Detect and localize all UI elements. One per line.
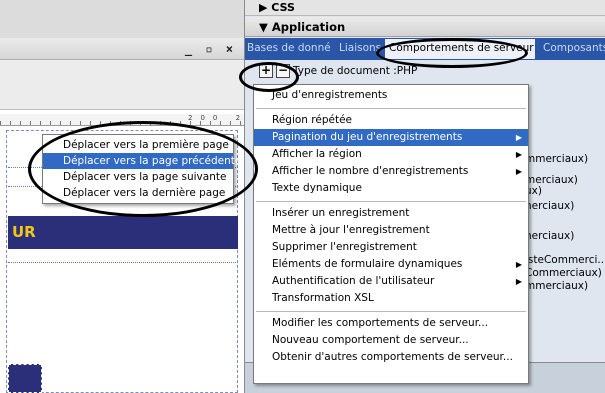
submenu-arrow-icon: ▶ <box>515 150 522 159</box>
page-banner: UR <box>8 216 238 249</box>
css-panel-header[interactable]: ▶ CSS <box>245 0 605 16</box>
tab-bindings[interactable]: Liaisons <box>339 42 381 54</box>
panel-toolbar: + − Type de document :PHP <box>245 60 605 84</box>
panel-tabs: Bases de donné Liaisons Comportements de… <box>245 38 605 60</box>
add-behavior-button[interactable]: + <box>259 64 273 78</box>
tab-databases[interactable]: Bases de donné <box>247 42 331 54</box>
menu-item-new-server-behavior[interactable]: Nouveau comportement de serveur... <box>254 332 528 349</box>
menu-item-get-more-server-behaviors[interactable]: Obtenir d'autres comportements de serveu… <box>254 349 528 366</box>
menu-item-label: Pagination du jeu d'enregistrements <box>272 131 463 143</box>
remove-behavior-button[interactable]: − <box>276 64 290 78</box>
list-item[interactable]: mmerciaux) <box>525 279 605 294</box>
menu-item-label: Afficher la région <box>272 148 362 160</box>
menu-item-user-authentication[interactable]: Authentification de l'utilisateur ▶ <box>254 273 528 290</box>
menu-item-xsl-transformation[interactable]: Transformation XSL <box>254 290 528 307</box>
server-behaviors-menu: Jeu d'enregistrements Région répétée Pag… <box>253 84 529 384</box>
document-titlebar: _ ▫ × <box>0 38 244 60</box>
menu-item-recordset-paging[interactable]: Pagination du jeu d'enregistrements ▶ <box>254 129 528 146</box>
menu-item-label: Authentification de l'utilisateur <box>272 275 435 287</box>
document-toolbar <box>0 60 244 110</box>
menu-item-label: Afficher le nombre d'enregistrements <box>272 165 469 177</box>
application-panel-label: ▼ Application <box>259 20 346 34</box>
submenu-item-next-page[interactable]: Déplacer vers la page suivante <box>43 169 233 185</box>
submenu-item-first-page[interactable]: Déplacer vers la première page <box>43 137 233 153</box>
css-panel-label: ▶ CSS <box>259 1 295 14</box>
banner-text: UR <box>12 223 36 241</box>
menu-item-show-region[interactable]: Afficher la région ▶ <box>254 146 528 163</box>
submenu-arrow-icon: ▶ <box>515 133 522 142</box>
document-type-label: Type de document :PHP <box>293 65 418 77</box>
menu-item-update-record[interactable]: Mettre à jour l'enregistrement <box>254 222 528 239</box>
menu-item-recordset[interactable]: Jeu d'enregistrements <box>254 87 528 104</box>
table-border <box>8 262 238 263</box>
menu-item-edit-server-behaviors[interactable]: Modifier les comportements de serveur... <box>254 315 528 332</box>
submenu-arrow-icon: ▶ <box>515 167 522 176</box>
submenu-arrow-icon: ▶ <box>515 277 522 286</box>
window-controls[interactable]: _ ▫ × <box>185 42 236 56</box>
tab-server-behaviors[interactable]: Comportements de serveur <box>385 39 535 59</box>
recordset-paging-submenu: Déplacer vers la première page Déplacer … <box>42 134 241 204</box>
application-panel-header[interactable]: ▼ Application <box>245 17 605 37</box>
menu-item-dynamic-text[interactable]: Texte dynamique <box>254 180 528 197</box>
menu-item-insert-record[interactable]: Insérer un enregistrement <box>254 205 528 222</box>
menu-separator <box>256 201 526 202</box>
submenu-item-last-page[interactable]: Déplacer vers la dernière page <box>43 185 233 201</box>
tab-components[interactable]: Composants <box>543 42 605 54</box>
list-item[interactable]: mmerciaux) <box>525 152 605 167</box>
menu-item-delete-record[interactable]: Supprimer l'enregistrement <box>254 239 528 256</box>
menu-separator <box>256 311 526 312</box>
menu-separator <box>256 108 526 109</box>
submenu-arrow-icon: ▶ <box>515 260 522 269</box>
menu-item-display-record-count[interactable]: Afficher le nombre d'enregistrements ▶ <box>254 163 528 180</box>
behavior-list: mmerciaux) merciaux) ux) nerciaux) ) ner… <box>525 140 605 294</box>
submenu-item-previous-page[interactable]: Déplacer vers la page précédente <box>43 153 241 169</box>
document-header-area <box>0 0 244 38</box>
banner-cell <box>8 364 42 393</box>
menu-item-dynamic-form-elements[interactable]: Eléments de formulaire dynamiques ▶ <box>254 256 528 273</box>
menu-item-repeat-region[interactable]: Région répétée <box>254 112 528 129</box>
menu-item-label: Eléments de formulaire dynamiques <box>272 258 463 270</box>
